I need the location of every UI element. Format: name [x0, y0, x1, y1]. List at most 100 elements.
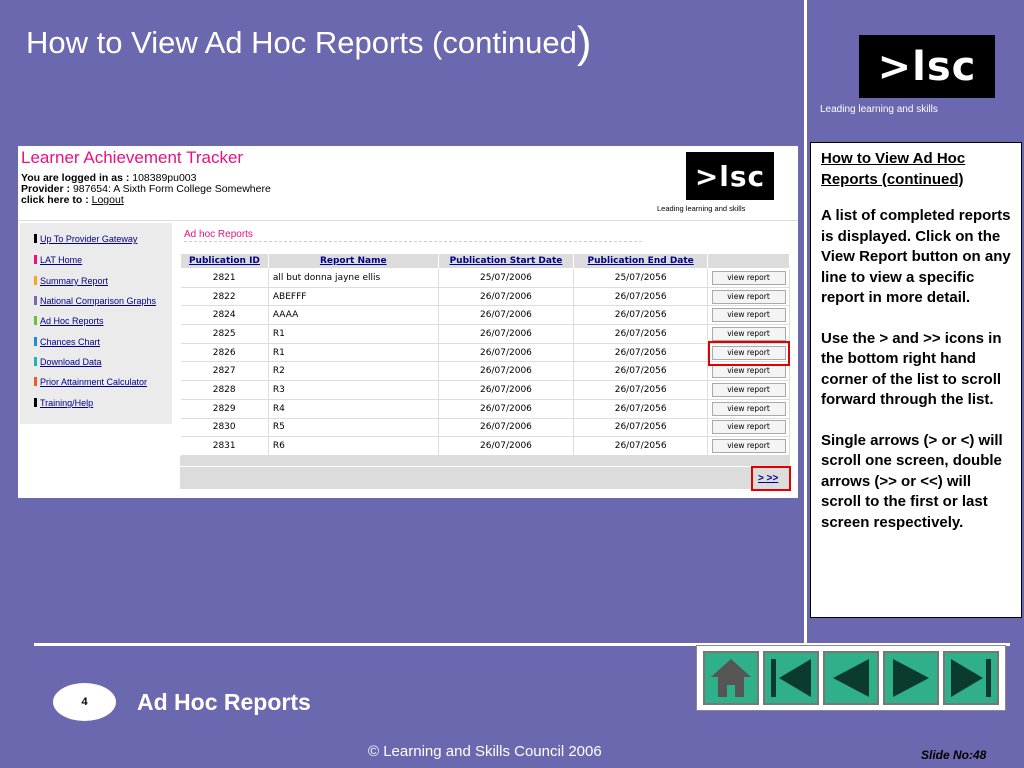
end-date: 25/07/2056 — [573, 268, 708, 288]
section-name: Ad Hoc Reports — [137, 689, 311, 715]
next-slide-button[interactable] — [883, 651, 939, 705]
table-row: 2822 ABEFFF 26/07/2006 26/07/2056 view r… — [180, 287, 790, 307]
table-pager-bar — [180, 467, 790, 489]
logout-link[interactable]: Logout — [92, 194, 124, 206]
end-date: 26/07/2056 — [573, 305, 708, 326]
lsc-logo: >lsc — [859, 35, 995, 98]
table-row: 2828 R3 26/07/2006 26/07/2056 view repor… — [180, 380, 790, 400]
view-report-button[interactable]: view report — [711, 401, 786, 416]
table-row: 2831 R6 26/07/2006 26/07/2056 view repor… — [180, 436, 790, 456]
publication-id: 2828 — [180, 380, 269, 400]
start-date: 25/07/2006 — [438, 268, 575, 288]
end-date: 26/07/2056 — [573, 380, 708, 400]
header-separator — [18, 220, 798, 221]
sidebar-item-prior-attainment[interactable]: Prior Attainment Calculator — [34, 377, 147, 387]
column-header[interactable]: Publication Start Date — [437, 253, 575, 269]
sidebar-item-summary-report[interactable]: Summary Report — [34, 276, 108, 286]
lsc-tagline: Leading learning and skills — [820, 104, 938, 115]
sidebar-item-training-help[interactable]: Training/Help — [34, 398, 93, 408]
start-date: 26/07/2006 — [438, 380, 575, 400]
table-row: 2824 AAAA 26/07/2006 26/07/2056 view rep… — [180, 305, 790, 326]
previous-slide-button[interactable] — [823, 651, 879, 705]
report-name: ABEFFF — [268, 287, 439, 307]
explanation-box: How to View Ad Hoc Reports (continued) A… — [810, 142, 1022, 618]
bullet-marker-icon — [34, 296, 37, 305]
start-date: 26/07/2006 — [438, 436, 575, 456]
start-date: 26/07/2006 — [438, 343, 575, 363]
lsc-logo-small: >lsc — [686, 152, 774, 200]
end-date: 26/07/2056 — [573, 343, 708, 363]
table-row: 2829 R4 26/07/2006 26/07/2056 view repor… — [180, 399, 790, 419]
column-header — [707, 253, 790, 269]
column-header[interactable]: Publication End Date — [573, 253, 708, 269]
view-report-button[interactable]: view report — [711, 439, 786, 454]
view-report-button[interactable]: view report — [711, 364, 786, 379]
publication-id: 2825 — [180, 324, 269, 344]
view-report-button[interactable]: view report — [711, 420, 786, 435]
view-cell: view report — [707, 305, 790, 326]
last-slide-button[interactable] — [943, 651, 999, 705]
lsc-tagline-small: Leading learning and skills — [657, 204, 746, 213]
reports-table: Publication ID Report Name Publication S… — [180, 253, 790, 456]
bullet-marker-icon — [34, 377, 37, 386]
bullet-marker-icon — [34, 337, 37, 346]
copyright: © Learning and Skills Council 2006 — [368, 743, 602, 760]
end-date: 26/07/2056 — [573, 418, 708, 438]
start-date: 26/07/2006 — [438, 399, 575, 419]
bullet-marker-icon — [34, 357, 37, 366]
view-cell: view report — [707, 287, 790, 307]
last-icon — [951, 659, 991, 697]
section-title: Ad hoc Reports — [184, 229, 253, 240]
sidebar-item-provider-gateway[interactable]: Up To Provider Gateway — [34, 234, 137, 244]
sidebar-item-ad-hoc-reports[interactable]: Ad Hoc Reports — [34, 316, 104, 326]
publication-id: 2822 — [180, 287, 269, 307]
publication-id: 2827 — [180, 361, 269, 382]
publication-id: 2821 — [180, 268, 269, 288]
start-date: 26/07/2006 — [438, 418, 575, 438]
vertical-divider — [804, 0, 807, 644]
view-cell: view report — [707, 399, 790, 419]
explanation-paragraph: Single arrows (> or <) will scroll one s… — [821, 431, 1003, 531]
view-cell: view report — [707, 418, 790, 438]
report-name: R4 — [268, 399, 439, 419]
view-report-button[interactable]: view report — [711, 289, 786, 304]
home-button[interactable] — [703, 651, 759, 705]
view-report-button[interactable]: view report — [711, 270, 786, 285]
table-row: 2825 R1 26/07/2006 26/07/2056 view repor… — [180, 324, 790, 344]
report-name: R5 — [268, 418, 439, 438]
table-row: 2821 all but donna jayne ellis 25/07/200… — [180, 268, 790, 288]
column-header[interactable]: Report Name — [267, 253, 439, 269]
view-report-button[interactable]: view report — [711, 326, 786, 341]
publication-id: 2824 — [180, 305, 269, 326]
sidebar-item-lat-home[interactable]: LAT Home — [34, 255, 82, 265]
view-report-button[interactable]: view report — [711, 308, 786, 323]
highlight-view-report — [708, 341, 790, 366]
next-icon — [893, 659, 929, 697]
publication-id: 2831 — [180, 436, 269, 456]
sidebar-item-download-data[interactable]: Download Data — [34, 357, 102, 367]
sidebar-item-national-comparison[interactable]: National Comparison Graphs — [34, 296, 156, 306]
bullet-marker-icon — [34, 255, 37, 264]
end-date: 26/07/2056 — [573, 436, 708, 456]
table-footer-bar — [180, 456, 790, 466]
report-name: R2 — [268, 361, 439, 382]
table-header-row: Publication ID Report Name Publication S… — [180, 253, 790, 269]
first-slide-button[interactable] — [763, 651, 819, 705]
highlight-pager — [751, 466, 791, 491]
bullet-marker-icon — [34, 276, 37, 285]
report-name: R1 — [268, 324, 439, 344]
explanation-paragraph: A list of completed reports is displayed… — [821, 207, 1011, 306]
bullet-marker-icon — [34, 234, 37, 243]
section-divider — [184, 241, 642, 242]
publication-id: 2830 — [180, 418, 269, 438]
previous-icon — [833, 659, 869, 697]
sidebar-item-chances-chart[interactable]: Chances Chart — [34, 337, 100, 347]
start-date: 26/07/2006 — [438, 287, 575, 307]
explanation-heading: How to View Ad Hoc Reports (continued) — [821, 150, 966, 188]
column-header[interactable]: Publication ID — [180, 253, 269, 269]
view-cell: view report — [707, 380, 790, 400]
view-report-button[interactable]: view report — [711, 382, 786, 397]
report-name: R1 — [268, 343, 439, 363]
end-date: 26/07/2056 — [573, 287, 708, 307]
report-name: R6 — [268, 436, 439, 456]
